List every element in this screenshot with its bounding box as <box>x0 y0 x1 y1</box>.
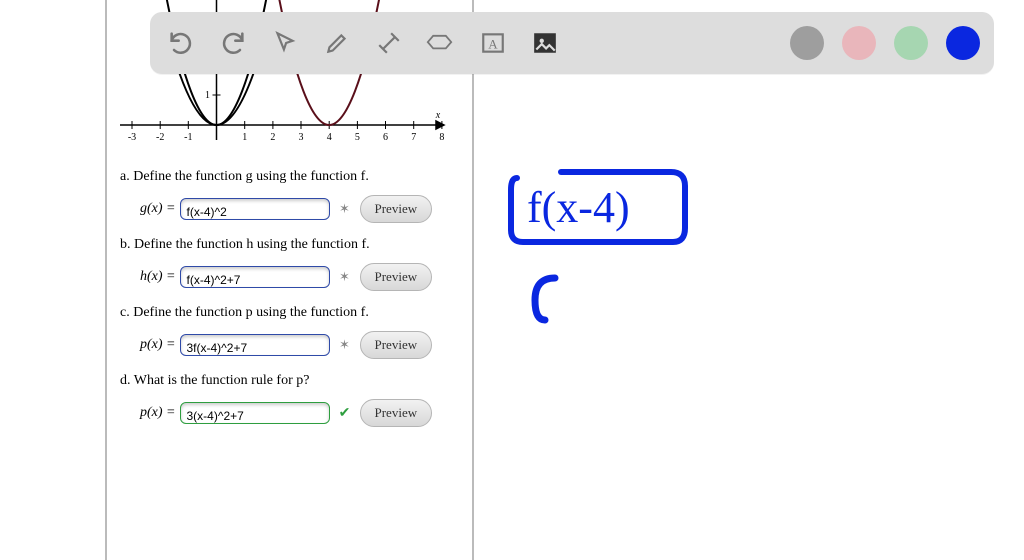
svg-text:1: 1 <box>242 132 247 143</box>
preview-button[interactable]: Preview <box>360 331 433 359</box>
x-icon: ✶ <box>336 269 354 285</box>
svg-text:2: 2 <box>270 132 275 143</box>
svg-text:1: 1 <box>205 90 210 101</box>
svg-text:7: 7 <box>411 132 416 143</box>
equation-lhs: p(x) = <box>140 337 176 353</box>
svg-text:3: 3 <box>299 132 304 143</box>
equation-lhs: h(x) = <box>140 269 176 285</box>
color-mint[interactable] <box>894 26 928 60</box>
svg-text:-3: -3 <box>128 132 136 143</box>
answer-input[interactable]: f(x-4)^2+7 <box>180 266 330 288</box>
pointer-icon[interactable] <box>268 26 302 60</box>
question-prompt: b. Define the function h using the funct… <box>120 237 467 253</box>
color-gray[interactable] <box>790 26 824 60</box>
equation-lhs: g(x) = <box>140 201 176 217</box>
svg-text:x: x <box>435 110 441 121</box>
redo-icon[interactable] <box>216 26 250 60</box>
image-icon[interactable] <box>528 26 562 60</box>
preview-button[interactable]: Preview <box>360 263 433 291</box>
answer-input[interactable]: f(x-4)^2 <box>180 198 330 220</box>
preview-button[interactable]: Preview <box>360 399 433 427</box>
equation-lhs: p(x) = <box>140 405 176 421</box>
color-blue[interactable] <box>946 26 980 60</box>
x-icon: ✶ <box>336 201 354 217</box>
svg-text:6: 6 <box>383 132 388 143</box>
problem-panel: -3-2-1 123 456 78 x 1 a. Define the fu <box>105 0 474 560</box>
check-icon: ✔ <box>336 405 354 422</box>
textbox-icon[interactable]: A <box>476 26 510 60</box>
svg-text:-1: -1 <box>184 132 192 143</box>
handwriting-main: f(x-4) <box>527 183 630 232</box>
svg-text:5: 5 <box>355 132 360 143</box>
svg-text:-2: -2 <box>156 132 164 143</box>
question-prompt: d. What is the function rule for p? <box>120 373 467 389</box>
svg-text:A: A <box>488 36 498 51</box>
color-pink[interactable] <box>842 26 876 60</box>
svg-text:4: 4 <box>327 132 332 143</box>
preview-button[interactable]: Preview <box>360 195 433 223</box>
x-icon: ✶ <box>336 337 354 353</box>
drawing-toolbar: A <box>150 12 994 74</box>
answer-input[interactable]: 3(x-4)^2+7 <box>180 402 330 424</box>
question-prompt: a. Define the function g using the funct… <box>120 169 467 185</box>
undo-icon[interactable] <box>164 26 198 60</box>
pencil-icon[interactable] <box>320 26 354 60</box>
tools-icon[interactable] <box>372 26 406 60</box>
question-prompt: c. Define the function p using the funct… <box>120 305 467 321</box>
answer-input[interactable]: 3f(x-4)^2+7 <box>180 334 330 356</box>
handwriting-overlay: f(x-4) <box>505 160 725 335</box>
eraser-icon[interactable] <box>424 26 458 60</box>
svg-text:8: 8 <box>439 132 444 143</box>
